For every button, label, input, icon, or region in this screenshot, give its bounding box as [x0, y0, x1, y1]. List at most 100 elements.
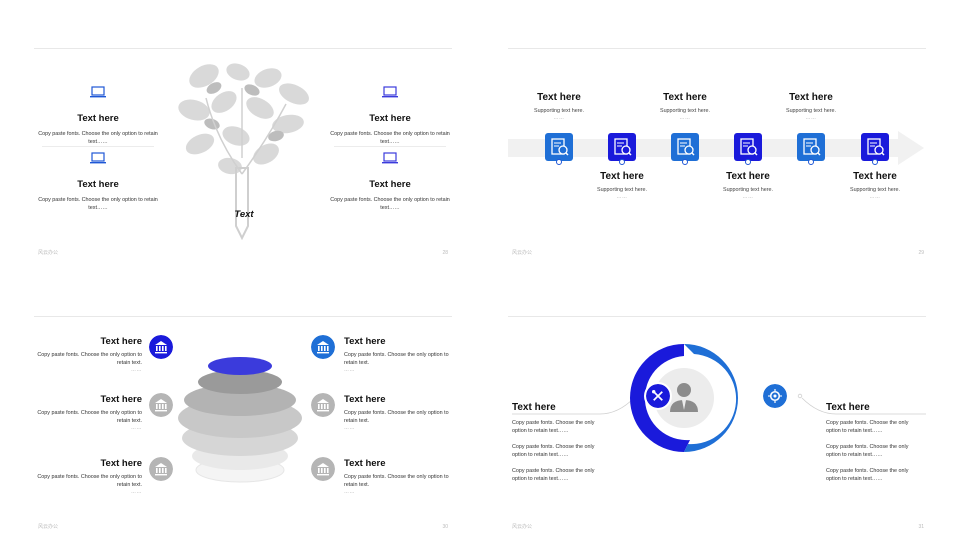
- feature-block: Text here Copy paste fonts. Choose the o…: [330, 152, 450, 212]
- feature-dots: ……: [344, 425, 355, 431]
- bank-icon: [311, 335, 335, 359]
- feature-title: Text here: [344, 394, 386, 405]
- timeline-dot: [745, 159, 751, 165]
- timeline-dot: [682, 159, 688, 165]
- column-line: Copy paste fonts. Choose the only option…: [826, 420, 909, 434]
- step-title: Text here: [600, 171, 644, 182]
- top-divider: [508, 316, 926, 317]
- timeline-dot: [872, 159, 878, 165]
- laptop-icon: [382, 86, 398, 98]
- step-support: Supporting text here.: [659, 108, 711, 114]
- feature-title: Text here: [100, 458, 142, 469]
- page-number: 29: [918, 250, 924, 256]
- slide-29: Text here Supporting text here. …… Text …: [480, 0, 960, 274]
- step-title: Text here: [726, 171, 770, 182]
- report-search-icon: [545, 133, 573, 161]
- divider: [42, 146, 154, 147]
- feature-title: Text here: [344, 458, 386, 469]
- feature-block: Text here Copy paste fonts. Choose the o…: [330, 86, 450, 146]
- step-dots: ……: [869, 194, 881, 200]
- report-search-icon: [671, 133, 699, 161]
- timeline-label: Text here Supporting text here. ……: [640, 92, 730, 121]
- step-title: Text here: [663, 92, 707, 103]
- timeline-dot: [808, 159, 814, 165]
- text-column-left: Text here Copy paste fonts. Choose the o…: [512, 402, 608, 491]
- column-line: Copy paste fonts. Choose the only option…: [826, 468, 909, 482]
- feature-title: Text here: [100, 394, 142, 405]
- column-title: Text here: [826, 402, 870, 413]
- feature-body: Copy paste fonts. Choose the only option…: [38, 131, 158, 145]
- step-title: Text here: [853, 171, 897, 182]
- timeline-dot: [556, 159, 562, 165]
- column-line: Copy paste fonts. Choose the only option…: [512, 444, 595, 458]
- step-dots: ……: [805, 115, 817, 121]
- timeline-label: Text here Supporting text here. ……: [766, 92, 856, 121]
- timeline-arrow-head: [898, 131, 924, 165]
- feature-block: Text here Copy paste fonts. Choose the o…: [32, 394, 142, 431]
- feature-body: Copy paste fonts. Choose the only option…: [38, 197, 158, 211]
- feature-body: Copy paste fonts. Choose the only option…: [330, 131, 450, 145]
- step-dots: ……: [616, 194, 628, 200]
- divider: [334, 146, 446, 147]
- feature-dots: ……: [344, 367, 355, 373]
- footer-brand: 风云办公: [38, 250, 59, 256]
- slide-31: Text here Copy paste fonts. Choose the o…: [480, 274, 960, 548]
- timeline-label: Text here Supporting text here. ……: [703, 171, 793, 200]
- step-support: Supporting text here.: [722, 187, 774, 193]
- column-line: Copy paste fonts. Choose the only option…: [512, 420, 595, 434]
- report-search-icon: [608, 133, 636, 161]
- settings-icon: [761, 382, 789, 410]
- feature-body: Copy paste fonts. Choose the only option…: [37, 410, 142, 424]
- feature-body: Copy paste fonts. Choose the only option…: [37, 352, 142, 366]
- feature-dots: ……: [131, 489, 142, 495]
- timeline-label: Text here Supporting text here. ……: [514, 92, 604, 121]
- feature-block: Text here Copy paste fonts. Choose the o…: [344, 336, 454, 373]
- page-number: 28: [442, 250, 448, 256]
- feature-body: Copy paste fonts. Choose the only option…: [37, 474, 142, 488]
- timeline-label: Text here Supporting text here. ……: [577, 171, 667, 200]
- step-support: Supporting text here.: [533, 108, 585, 114]
- top-divider: [34, 48, 452, 49]
- feature-dots: ……: [131, 425, 142, 431]
- feature-block: Text here Copy paste fonts. Choose the o…: [38, 152, 158, 212]
- step-title: Text here: [789, 92, 833, 103]
- tools-icon: [644, 382, 672, 410]
- footer-brand: 风云办公: [38, 524, 59, 530]
- feature-title: Text here: [369, 179, 411, 190]
- footer-brand: 风云办公: [512, 250, 533, 256]
- feature-block: Text here Copy paste fonts. Choose the o…: [38, 86, 158, 146]
- layer-stack: [178, 357, 302, 483]
- timeline-label: Text here Supporting text here. ……: [830, 171, 920, 200]
- feature-body: Copy paste fonts. Choose the only option…: [330, 197, 450, 211]
- column-line: Copy paste fonts. Choose the only option…: [512, 468, 595, 482]
- feature-block: Text here Copy paste fonts. Choose the o…: [32, 458, 142, 495]
- column-title: Text here: [512, 402, 556, 413]
- step-dots: ……: [742, 194, 754, 200]
- step-support: Supporting text here.: [785, 108, 837, 114]
- cycle-ring: [630, 344, 738, 452]
- report-search-icon: [797, 133, 825, 161]
- step-support: Supporting text here.: [849, 187, 901, 193]
- feature-block: Text here Copy paste fonts. Choose the o…: [344, 458, 454, 495]
- step-support: Supporting text here.: [596, 187, 648, 193]
- feature-title: Text here: [369, 113, 411, 124]
- text-column-right: Text here Copy paste fonts. Choose the o…: [826, 402, 922, 491]
- feature-dots: ……: [131, 367, 142, 373]
- top-divider: [508, 48, 926, 49]
- column-line: Copy paste fonts. Choose the only option…: [826, 444, 909, 458]
- laptop-icon: [382, 152, 398, 164]
- feature-block: Text here Copy paste fonts. Choose the o…: [32, 336, 142, 373]
- bank-icon: [311, 393, 335, 417]
- feature-body: Copy paste fonts. Choose the only option…: [344, 410, 449, 424]
- feature-title: Text here: [344, 336, 386, 347]
- laptop-icon: [90, 152, 106, 164]
- report-search-icon: [734, 133, 762, 161]
- laptop-icon: [90, 86, 106, 98]
- feature-dots: ……: [344, 489, 355, 495]
- feature-body: Copy paste fonts. Choose the only option…: [344, 474, 449, 488]
- slide-28: Text here Copy paste fonts. Choose the o…: [0, 0, 480, 274]
- report-search-icon: [861, 133, 889, 161]
- feature-block: Text here Copy paste fonts. Choose the o…: [344, 394, 454, 431]
- bank-icon: [311, 457, 335, 481]
- step-title: Text here: [537, 92, 581, 103]
